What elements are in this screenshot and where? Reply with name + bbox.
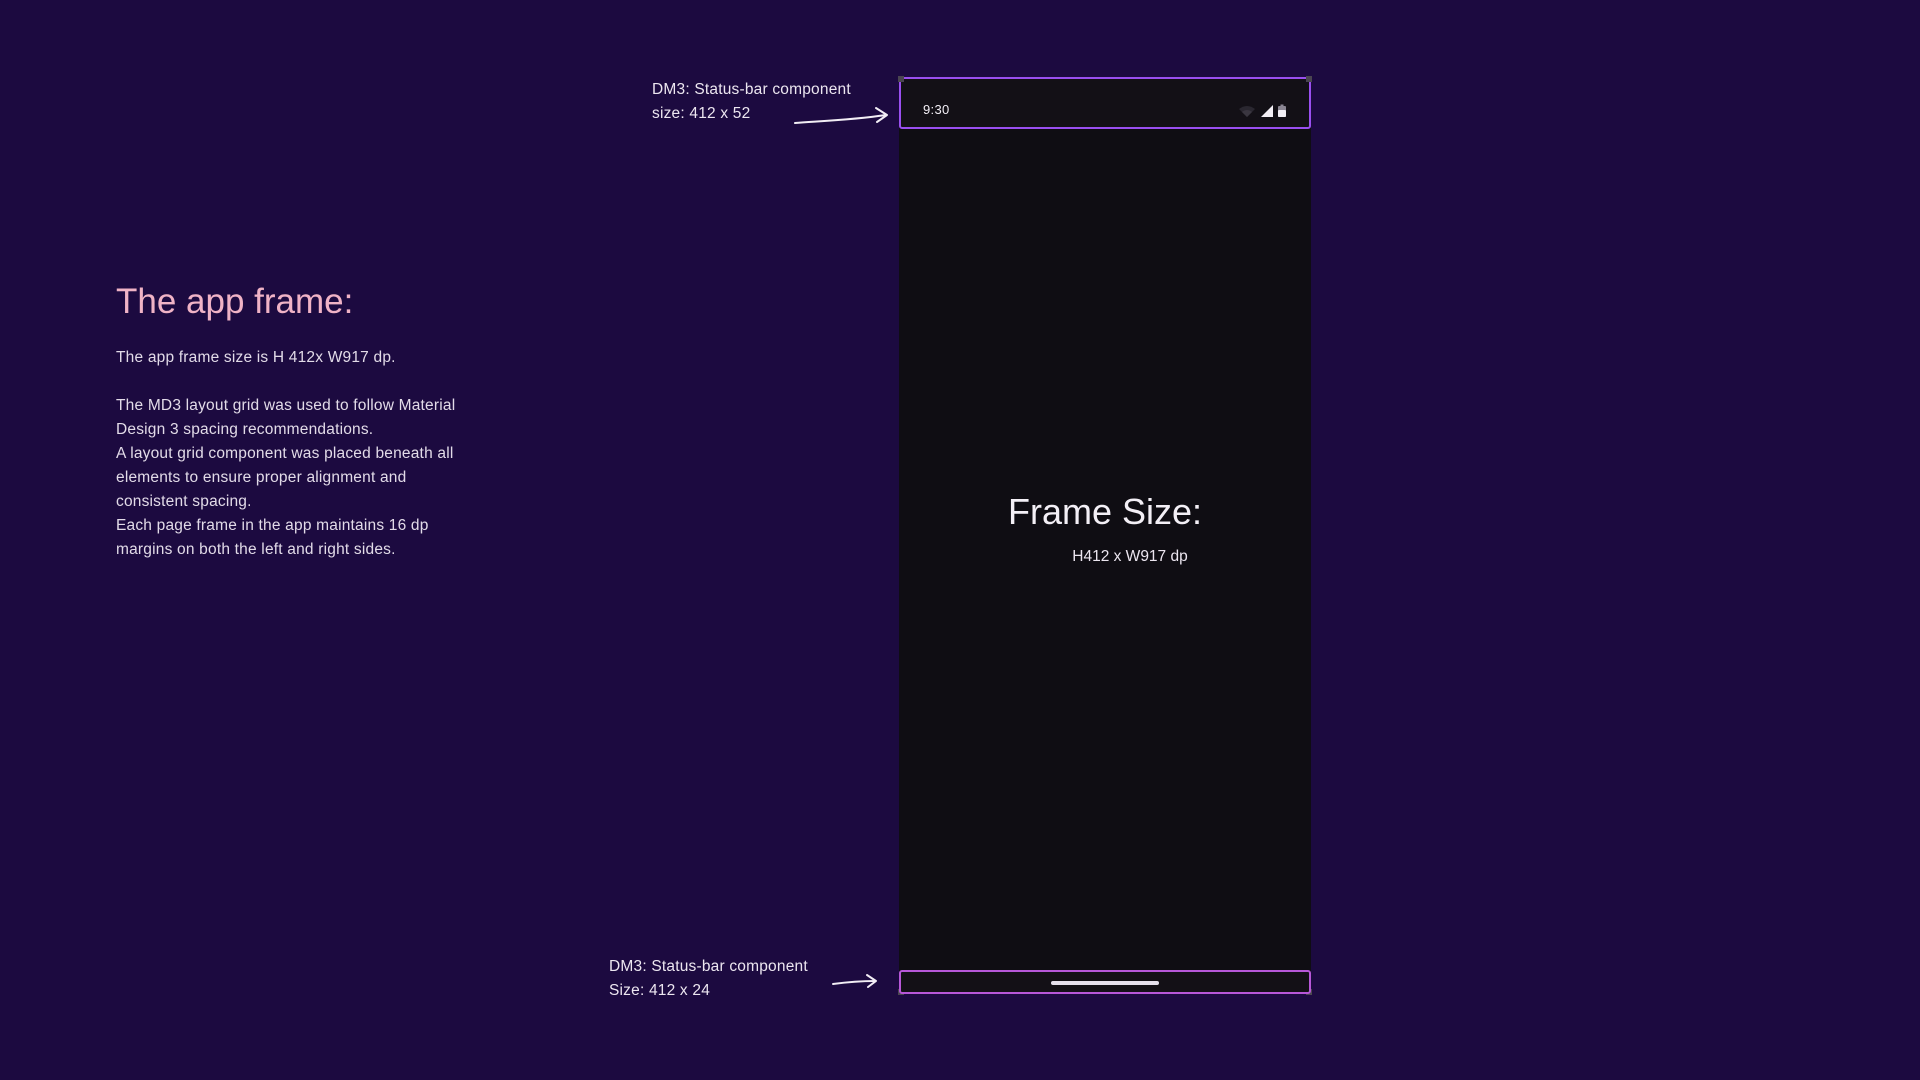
description-line: A layout grid component was placed benea… [116, 445, 454, 462]
signal-icon [1261, 105, 1273, 117]
description-line: Each page frame in the app maintains 16 … [116, 517, 429, 534]
status-time: 9:30 [923, 102, 950, 117]
status-bar: 9:30 [899, 77, 1311, 129]
description-panel: The app frame: The app frame size is H 4… [116, 278, 516, 562]
description-line: elements to ensure proper alignment and [116, 469, 407, 486]
arrow-icon [832, 974, 877, 988]
section-title: The app frame: [116, 282, 354, 321]
description-line: margins on both the left and right sides… [116, 541, 396, 558]
annotation-line: DM3: Status-bar component [609, 958, 808, 975]
annotation-line: DM3: Status-bar component [652, 81, 851, 98]
battery-icon [1278, 104, 1286, 117]
nav-bar-annotation: DM3: Status-bar component Size: 412 x 24 [609, 955, 808, 1003]
app-frame: 9:30 Frame Size: H412 x W917 dp [898, 76, 1312, 995]
frame-size-title: Frame Size: [1007, 491, 1203, 532]
description-line: The MD3 layout grid was used to follow M… [116, 397, 456, 414]
frame-size-text: The app frame size is H 412x W917 dp. [116, 349, 396, 366]
annotation-line: Size: 412 x 24 [609, 982, 711, 999]
arrow-icon [794, 107, 888, 124]
status-icons [1239, 104, 1286, 117]
frame-corner [898, 76, 904, 82]
navigation-bar [899, 970, 1311, 994]
gesture-handle[interactable] [1051, 981, 1159, 985]
description-line: consistent spacing. [116, 493, 252, 510]
frame-size-value: H412 x W917 dp [1072, 548, 1188, 565]
frame-corner [1306, 76, 1312, 82]
description-line: Design 3 spacing recommendations. [116, 421, 374, 438]
wifi-icon [1239, 106, 1255, 117]
